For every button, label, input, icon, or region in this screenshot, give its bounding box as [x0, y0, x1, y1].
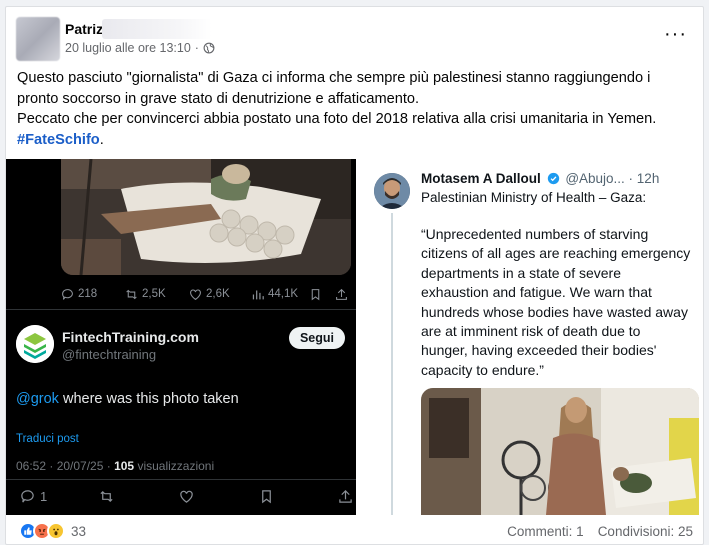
share-action[interactable] [338, 489, 353, 504]
caption-hashtag-line: #FateSchifo. [17, 130, 697, 151]
dark-tweet-screenshot: 218 2,5K 2,6K 44,1K FintechTraining.com … [6, 159, 356, 515]
handle-separator: · [624, 171, 637, 186]
tweet-author-handle[interactable]: @Abujo... [565, 171, 624, 186]
tweet-text: @grok where was this photo taken [16, 391, 239, 407]
views-stat[interactable]: 44,1K [251, 288, 298, 301]
retweet-stat[interactable]: 2,5K [125, 288, 166, 301]
follow-button[interactable]: Segui [289, 327, 345, 349]
post-meta: 20 luglio alle ore 13:10 · [65, 41, 215, 55]
tweet-account-name[interactable]: FintechTraining.com [62, 329, 199, 345]
reply-stat[interactable]: 218 [61, 288, 97, 301]
grok-mention-link[interactable]: @grok [16, 391, 59, 407]
retweet-icon [126, 289, 137, 299]
retweet-action[interactable] [99, 489, 114, 504]
caption-line: Peccato che per convincerci abbia postat… [17, 111, 657, 127]
tweet-views-label: visualizzazioni [134, 459, 215, 473]
views-count: 44,1K [268, 288, 299, 300]
fintech-layers-logo [16, 325, 54, 363]
hashtag-suffix: . [99, 131, 104, 148]
globe-icon [203, 42, 215, 54]
reply-icon [62, 288, 73, 300]
engagement-counts: Commenti: 1 Condivisioni: 25 [507, 524, 693, 539]
reply-action[interactable]: 1 [20, 489, 47, 504]
author-avatar[interactable] [16, 17, 60, 61]
hospital-photo-illustration [61, 159, 351, 275]
hospital-photo-top [61, 159, 351, 275]
caption-line: Questo pasciuto "giornalista" di Gaza ci… [17, 70, 651, 86]
tweet-quote-text: “Unprecedented numbers of starving citiz… [421, 226, 691, 378]
tweet-age[interactable]: 12h [637, 171, 660, 186]
fintech-logo-avatar[interactable] [16, 325, 54, 363]
like-count: 2,6K [206, 288, 230, 300]
thread-connector-line [391, 213, 393, 515]
like-action[interactable] [179, 489, 194, 504]
reactions-summary[interactable]: 33 [19, 522, 86, 540]
hospital-room-illustration [421, 388, 699, 515]
divider [6, 479, 356, 480]
facebook-post: Patriz 20 luglio alle ore 13:10 · ··· Qu… [5, 6, 704, 545]
reply-icon [21, 490, 34, 503]
divider [6, 309, 356, 310]
tweet-timestamp: 06:52 · 20/07/25 · 105 visualizzazioni [16, 459, 214, 473]
post-header: Patriz 20 luglio alle ore 13:10 · ··· [6, 7, 703, 69]
reply-count: 218 [78, 288, 98, 300]
reactions-count: 33 [71, 523, 87, 539]
verified-badge-icon [547, 172, 559, 185]
author-name[interactable]: Patriz [65, 21, 103, 37]
tweet-body: where was this photo taken [58, 391, 239, 407]
post-timestamp[interactable]: 20 luglio alle ore 13:10 [65, 41, 191, 55]
post-footer: 33 Commenti: 1 Condivisioni: 25 [6, 515, 703, 544]
tweet-account-handle[interactable]: @fintechtraining [62, 347, 156, 362]
shares-count-link[interactable]: Condivisioni: 25 [598, 524, 693, 539]
caption-line: pronto soccorso in grave stato di denutr… [17, 90, 420, 107]
tweet-action-bar: 1 [6, 485, 356, 509]
tweet-time-date: 06:52 · 20/07/25 · [16, 459, 115, 473]
heart-icon [180, 490, 193, 503]
tweet-author-row: Motasem A Dalloul @Abujo... · 12h [421, 171, 659, 186]
bookmark-icon [262, 490, 271, 504]
post-media[interactable]: 218 2,5K 2,6K 44,1K FintechTraining.com … [6, 159, 703, 515]
translate-post-link[interactable]: Traduci post [16, 433, 79, 445]
share-icon [339, 490, 352, 503]
bookmark-icon[interactable] [309, 288, 322, 301]
wow-reaction-icon [47, 522, 65, 540]
reply-action-count: 1 [40, 489, 48, 504]
tweet-author-name[interactable]: Motasem A Dalloul [421, 171, 541, 186]
retweet-icon [100, 490, 113, 503]
heart-icon [190, 289, 201, 300]
tweet-stats-bar: 218 2,5K 2,6K 44,1K [61, 284, 351, 304]
hospital-photo-bottom[interactable] [421, 388, 699, 515]
comments-count-link[interactable]: Commenti: 1 [507, 524, 584, 539]
meta-separator: · [194, 41, 199, 55]
light-tweet-screenshot: Motasem A Dalloul @Abujo... · 12h Palest… [361, 159, 703, 515]
redacted-name-blur [102, 19, 212, 39]
hashtag-link[interactable]: #FateSchifo [17, 132, 100, 148]
bookmark-action[interactable] [259, 489, 274, 504]
post-caption: Questo pasciuto "giornalista" di Gaza ci… [17, 68, 697, 150]
person-avatar-illustration [374, 173, 410, 209]
retweet-count: 2,5K [142, 288, 166, 300]
like-stat[interactable]: 2,6K [189, 288, 230, 301]
more-options-button[interactable]: ··· [664, 24, 687, 44]
share-icon[interactable] [335, 288, 348, 301]
tweet-lead-line: Palestinian Ministry of Health – Gaza: [421, 190, 647, 205]
tweet-views-number: 105 [114, 459, 135, 473]
views-bars-icon [252, 289, 264, 299]
motasem-avatar[interactable] [374, 173, 410, 209]
